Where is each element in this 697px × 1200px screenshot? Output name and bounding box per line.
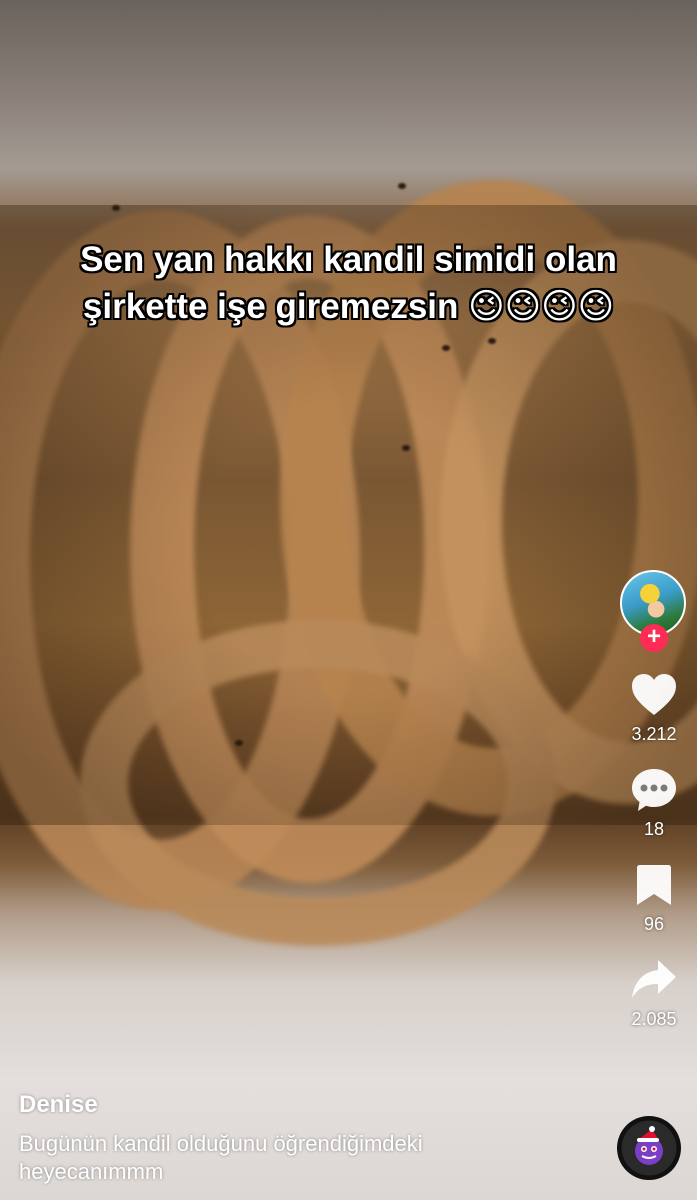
heart-icon[interactable] [629, 670, 679, 720]
action-rail: + 3.212 18 96 2.085 [619, 570, 689, 1030]
video-description[interactable]: Bugünün kandil olduğunu öğrendiğimdeki h… [19, 1130, 579, 1186]
share-button[interactable]: 2.085 [629, 955, 679, 1030]
video-frame[interactable] [0, 0, 697, 1200]
sesame-seed [235, 740, 243, 746]
bookmark-icon[interactable] [629, 860, 679, 910]
like-count: 3.212 [631, 724, 677, 744]
sound-disc-art [635, 1126, 663, 1165]
sesame-seed [112, 205, 120, 211]
sound-disc-icon[interactable] [617, 1116, 681, 1180]
like-button[interactable]: 3.212 [629, 670, 679, 745]
sesame-seed [442, 345, 450, 351]
creator-username[interactable]: Denise [19, 1090, 579, 1120]
creator-avatar-group[interactable]: + [619, 570, 689, 652]
follow-button[interactable]: + [640, 624, 668, 652]
sesame-seed [488, 338, 496, 344]
sesame-seed [398, 183, 406, 189]
bookmark-button[interactable]: 96 [629, 860, 679, 935]
share-arrow-icon[interactable] [629, 955, 679, 1005]
caption-line-2: şirkette işe giremezsin 😉😉😉😉 [82, 287, 615, 326]
sesame-seed [402, 445, 410, 451]
comment-count: 18 [643, 819, 665, 839]
bookmark-count: 96 [643, 914, 665, 934]
description-line-1: Bugünün kandil olduğunu öğrendiğimdeki [19, 1131, 423, 1156]
comment-bubble-icon[interactable] [629, 765, 679, 815]
share-count: 2.085 [631, 1009, 677, 1029]
video-meta: Denise Bugünün kandil olduğunu öğrendiği… [19, 1090, 579, 1186]
video-screen[interactable]: Sen yan hakkı kandil simidi olan şirkett… [0, 0, 697, 1200]
caption-line-1: Sen yan hakkı kandil simidi olan [80, 240, 617, 279]
comment-button[interactable]: 18 [629, 765, 679, 840]
plus-icon: + [646, 623, 661, 650]
description-line-2: heyecanımmm [19, 1159, 164, 1184]
video-overlay-caption: Sen yan hakkı kandil simidi olan şirkett… [0, 236, 697, 330]
